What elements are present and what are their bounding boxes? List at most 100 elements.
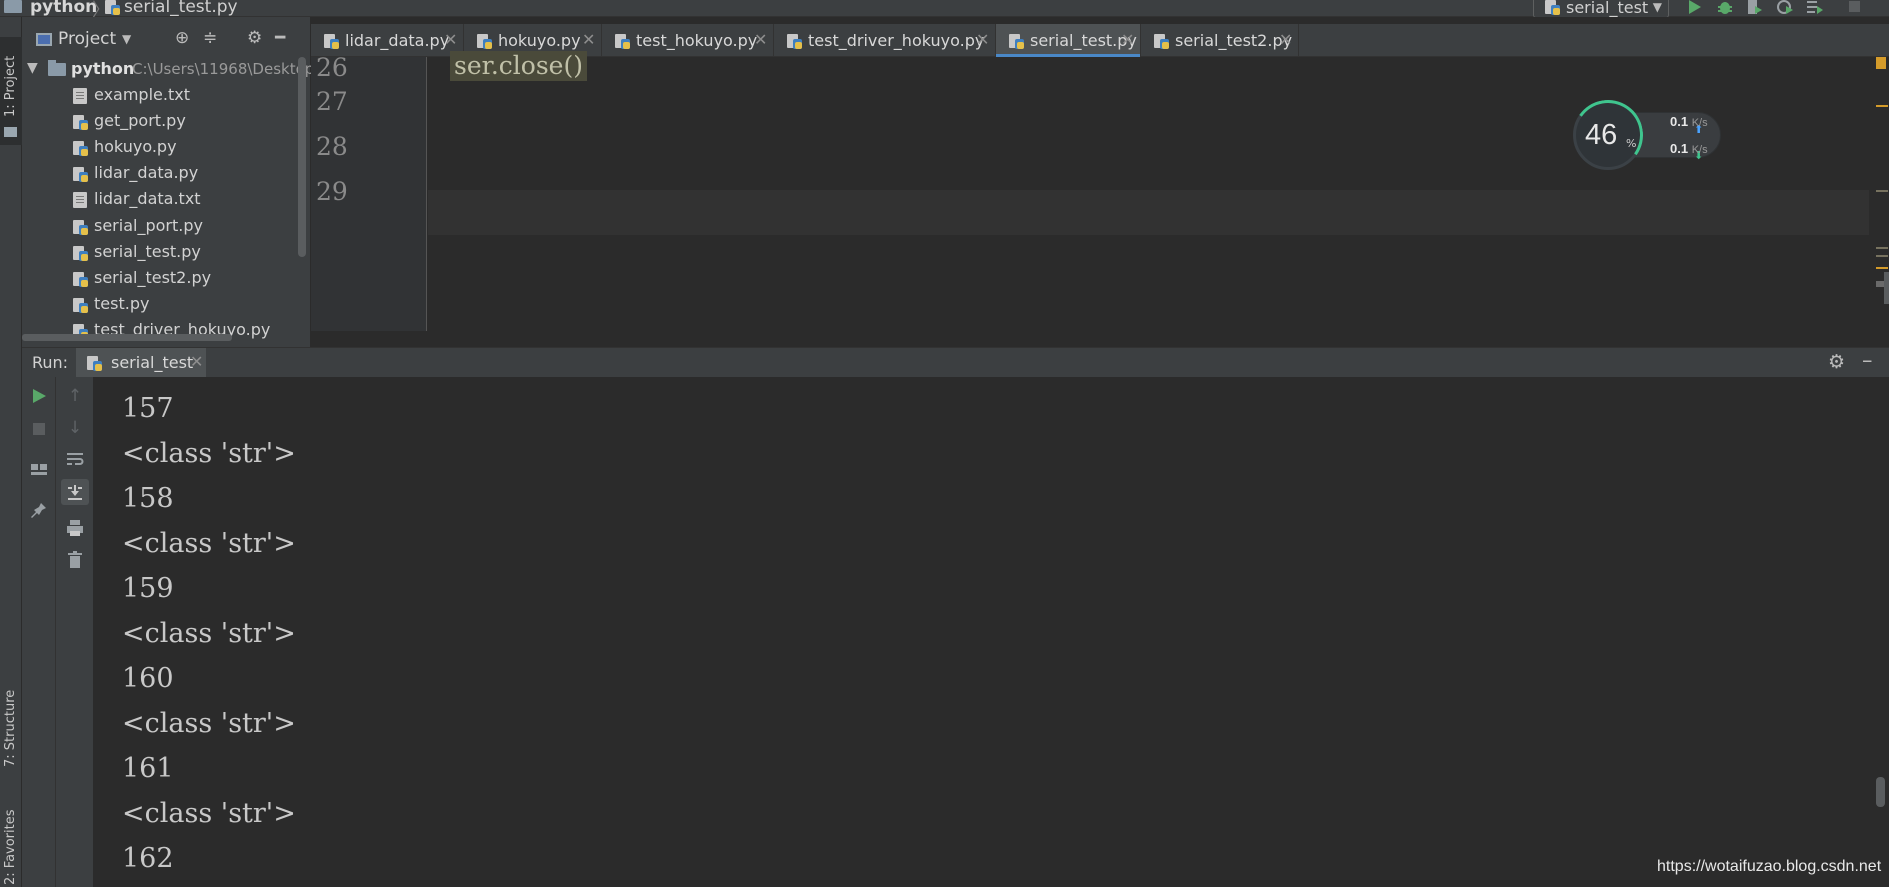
line-number: 27 [316, 87, 348, 116]
collapse-all-icon[interactable]: ≑ [203, 28, 217, 48]
cpu-percent-sign: % [1626, 137, 1637, 150]
chevron-down-icon[interactable]: ▼ [122, 32, 131, 46]
horizontal-scrollbar[interactable] [22, 334, 232, 341]
tree-file-item[interactable]: get_port.py [22, 109, 311, 135]
down-arrow-icon[interactable]: ↓ [63, 418, 87, 438]
debug-icon[interactable] [1715, 0, 1735, 16]
run-toolbar-primary [22, 377, 56, 887]
tree-file-item[interactable]: serial_port.py [22, 214, 311, 240]
editor-tab-active[interactable]: serial_test.py ✕ [996, 24, 1141, 57]
upload-speed-value: 0.1 [1670, 114, 1689, 129]
restore-layout-icon[interactable] [30, 461, 48, 477]
console-output[interactable]: 157 <class 'str'> 158 <class 'str'> 159 … [94, 377, 1889, 887]
console-line: 162 [122, 843, 174, 874]
python-file-icon [73, 220, 88, 235]
run-configuration-select[interactable]: serial_test ▼ [1533, 0, 1669, 18]
code-area[interactable]: ser.close() [428, 51, 1869, 331]
coverage-icon[interactable] [1745, 0, 1765, 16]
tree-file-item[interactable]: hokuyo.py [22, 135, 311, 161]
close-icon[interactable]: ✕ [976, 30, 989, 49]
cpu-percent: 46 [1585, 119, 1618, 151]
pin-icon[interactable] [30, 501, 48, 519]
vertical-scrollbar[interactable] [298, 57, 306, 257]
system-monitor-widget[interactable]: ⬆ ⬇ 46 % 0.1 K/s 0.1 K/s [1567, 94, 1721, 176]
python-file-icon [73, 141, 88, 156]
tree-file-label: test.py [94, 294, 150, 313]
close-icon[interactable]: ✕ [190, 352, 203, 371]
locate-icon[interactable]: ⊕ [175, 28, 189, 48]
stop-icon[interactable] [1845, 0, 1865, 16]
console-line: <class 'str'> [122, 438, 296, 469]
editor-tab[interactable]: serial_test2.py ✕ [1141, 24, 1299, 57]
tree-file-label: serial_test.py [94, 242, 201, 261]
watermark: https://wotaifuzao.blog.csdn.net [1657, 858, 1882, 875]
chevron-down-icon: ▼ [1652, 0, 1662, 14]
editor-tab-label: test_hokuyo.py [636, 31, 758, 50]
python-file-icon [324, 34, 339, 49]
project-view-title[interactable]: Project [58, 29, 116, 49]
run-configuration-label: serial_test [1566, 0, 1649, 17]
vertical-scrollbar[interactable] [1876, 777, 1885, 807]
tree-file-item[interactable]: example.txt [22, 83, 311, 109]
hide-icon[interactable]: – [1862, 348, 1873, 372]
close-icon[interactable]: ✕ [1279, 30, 1292, 49]
console-line: <class 'str'> [122, 528, 296, 559]
run-icon[interactable] [1685, 0, 1705, 16]
python-file-icon [615, 34, 630, 49]
hide-icon[interactable]: ━ [275, 28, 285, 48]
breadcrumb-file[interactable]: serial_test.py [124, 0, 238, 17]
download-speed: 0.1 K/s [1670, 141, 1708, 156]
editor-tab[interactable]: test_hokuyo.py ✕ [602, 24, 774, 57]
tree-root-folder[interactable]: ▼ python C:\Users\11968\Desktop [22, 57, 315, 83]
close-icon[interactable]: ✕ [754, 30, 767, 49]
cpu-gauge: 46 % [1567, 94, 1649, 176]
close-icon[interactable]: ✕ [444, 30, 457, 49]
breadcrumb-project[interactable]: python [30, 0, 97, 17]
favorites-tool-tab[interactable]: 2: Favorites [0, 797, 22, 887]
tree-file-item[interactable]: lidar_data.py [22, 161, 311, 187]
close-icon[interactable]: ✕ [582, 30, 595, 49]
python-file-icon [73, 272, 88, 287]
tree-file-item[interactable]: lidar_data.txt [22, 187, 311, 213]
tree-file-item[interactable]: test.py [22, 292, 311, 318]
tree-file-label: hokuyo.py [94, 137, 177, 156]
upload-speed: 0.1 K/s [1670, 114, 1708, 129]
up-arrow-icon[interactable]: ↑ [63, 386, 87, 406]
root-folder-path: C:\Users\11968\Desktop [132, 60, 315, 78]
print-icon[interactable] [66, 519, 84, 537]
expand-arrow-icon[interactable]: ▼ [27, 60, 38, 76]
vertical-scrollbar[interactable] [1884, 272, 1889, 304]
stop-icon[interactable] [31, 421, 47, 437]
usage-marker[interactable] [1876, 190, 1888, 192]
root-folder-name: python [71, 59, 135, 78]
structure-tool-tab[interactable]: 7: Structure [0, 667, 22, 787]
warning-marker[interactable] [1876, 105, 1888, 107]
project-tool-tab[interactable]: 1: Project [0, 37, 22, 145]
console-line: 157 [122, 393, 174, 424]
tree-file-item[interactable]: serial_test2.py [22, 266, 311, 292]
python-file-icon [477, 34, 492, 49]
soft-wrap-icon[interactable] [66, 451, 84, 467]
profile-icon[interactable] [1775, 0, 1795, 16]
tree-file-item[interactable]: serial_test.py [22, 240, 311, 266]
scroll-to-end-icon [68, 485, 82, 500]
warning-marker[interactable] [1876, 267, 1888, 269]
close-icon[interactable]: ✕ [1121, 30, 1134, 49]
usage-marker[interactable] [1876, 255, 1888, 257]
rerun-icon[interactable] [30, 387, 48, 405]
line-number: 26 [316, 53, 348, 82]
run-tab[interactable]: serial_test ✕ [76, 348, 206, 378]
gear-icon[interactable]: ⚙ [247, 28, 262, 48]
download-speed-unit: K/s [1691, 144, 1708, 156]
upload-speed-unit: K/s [1691, 117, 1708, 129]
warning-marker[interactable] [1876, 57, 1886, 69]
text-file-icon [73, 192, 87, 208]
scroll-to-end-button[interactable] [61, 479, 89, 505]
tree-file-label: get_port.py [94, 111, 186, 130]
editor-tab[interactable]: test_driver_hokuyo.py ✕ [774, 24, 996, 57]
gear-icon[interactable]: ⚙ [1828, 351, 1845, 373]
trash-icon[interactable] [67, 551, 83, 569]
line-number: 28 [316, 132, 348, 161]
usage-marker[interactable] [1876, 247, 1888, 249]
concurrency-icon[interactable] [1805, 0, 1825, 16]
